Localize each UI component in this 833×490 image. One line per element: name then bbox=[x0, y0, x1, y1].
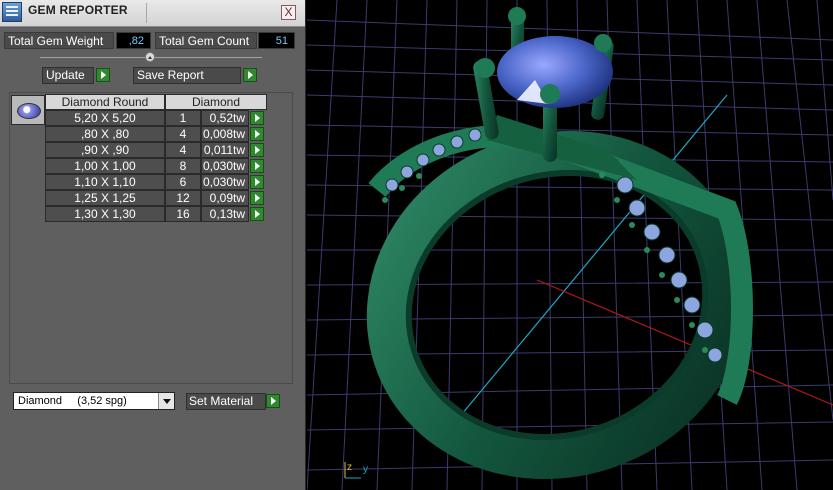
close-button[interactable]: X bbox=[281, 5, 296, 20]
gem-weight: 0,52tw bbox=[201, 110, 249, 126]
diamond-round-thumbnail-icon bbox=[11, 95, 45, 125]
app-icon bbox=[2, 2, 22, 22]
gem-count: 6 bbox=[165, 174, 201, 190]
select-row-icon[interactable] bbox=[250, 191, 264, 205]
gem-size: ,90 X ,90 bbox=[45, 142, 165, 158]
window-title: GEM REPORTER bbox=[28, 3, 128, 17]
gem-weight: 0,011tw bbox=[201, 142, 249, 158]
material-select[interactable]: Diamond (3,52 spg) bbox=[13, 392, 175, 410]
chevron-down-icon[interactable] bbox=[158, 393, 174, 409]
select-row-icon[interactable] bbox=[250, 143, 264, 157]
header-shape: Diamond Round bbox=[45, 94, 165, 110]
update-button[interactable]: Update bbox=[42, 67, 94, 84]
collapse-toggle-icon[interactable] bbox=[145, 52, 155, 62]
gem-reporter-panel: GEM REPORTER X Total Gem Weight ,82 Tota… bbox=[0, 0, 306, 490]
gem-count: 12 bbox=[165, 190, 201, 206]
select-row-icon[interactable] bbox=[250, 207, 264, 221]
select-row-icon[interactable] bbox=[250, 127, 264, 141]
total-gem-weight-label: Total Gem Weight bbox=[4, 32, 114, 49]
set-material-button[interactable]: Set Material bbox=[186, 393, 266, 410]
material-select-value: Diamond (3,52 spg) bbox=[18, 395, 127, 407]
header-material: Diamond bbox=[165, 94, 267, 110]
select-row-icon[interactable] bbox=[250, 111, 264, 125]
ring-model bbox=[366, 7, 753, 480]
gem-weight: 0,09tw bbox=[201, 190, 249, 206]
total-gem-count-label: Total Gem Count bbox=[155, 32, 257, 49]
gem-size: 1,10 X 1,10 bbox=[45, 174, 165, 190]
gem-size: 1,30 X 1,30 bbox=[45, 206, 165, 222]
gem-size: 5,20 X 5,20 bbox=[45, 110, 165, 126]
gem-count: 16 bbox=[165, 206, 201, 222]
set-material-go-icon[interactable] bbox=[266, 394, 280, 408]
save-report-go-icon[interactable] bbox=[243, 68, 257, 82]
gem-weight: 0,030tw bbox=[201, 174, 249, 190]
gem-count: 4 bbox=[165, 142, 201, 158]
gem-size: ,80 X ,80 bbox=[45, 126, 165, 142]
gem-count: 4 bbox=[165, 126, 201, 142]
total-gem-weight-value: ,82 bbox=[116, 32, 151, 49]
title-divider bbox=[146, 3, 147, 23]
gem-size: 1,00 X 1,00 bbox=[45, 158, 165, 174]
total-gem-count-value: 51 bbox=[258, 32, 295, 49]
axis-y-label: y bbox=[363, 464, 368, 475]
axis-z-label: z bbox=[347, 462, 352, 473]
gem-size: 1,25 X 1,25 bbox=[45, 190, 165, 206]
title-bar[interactable]: GEM REPORTER X bbox=[0, 0, 305, 27]
gem-weight: 0,13tw bbox=[201, 206, 249, 222]
viewport-canvas: z y bbox=[307, 0, 833, 490]
save-report-button[interactable]: Save Report bbox=[133, 67, 241, 84]
gem-count: 1 bbox=[165, 110, 201, 126]
select-row-icon[interactable] bbox=[250, 159, 264, 173]
gem-count: 8 bbox=[165, 158, 201, 174]
gem-weight: 0,008tw bbox=[201, 126, 249, 142]
select-row-icon[interactable] bbox=[250, 175, 264, 189]
update-go-icon[interactable] bbox=[96, 68, 110, 82]
3d-viewport[interactable]: z y bbox=[307, 0, 833, 490]
gem-weight: 0,030tw bbox=[201, 158, 249, 174]
